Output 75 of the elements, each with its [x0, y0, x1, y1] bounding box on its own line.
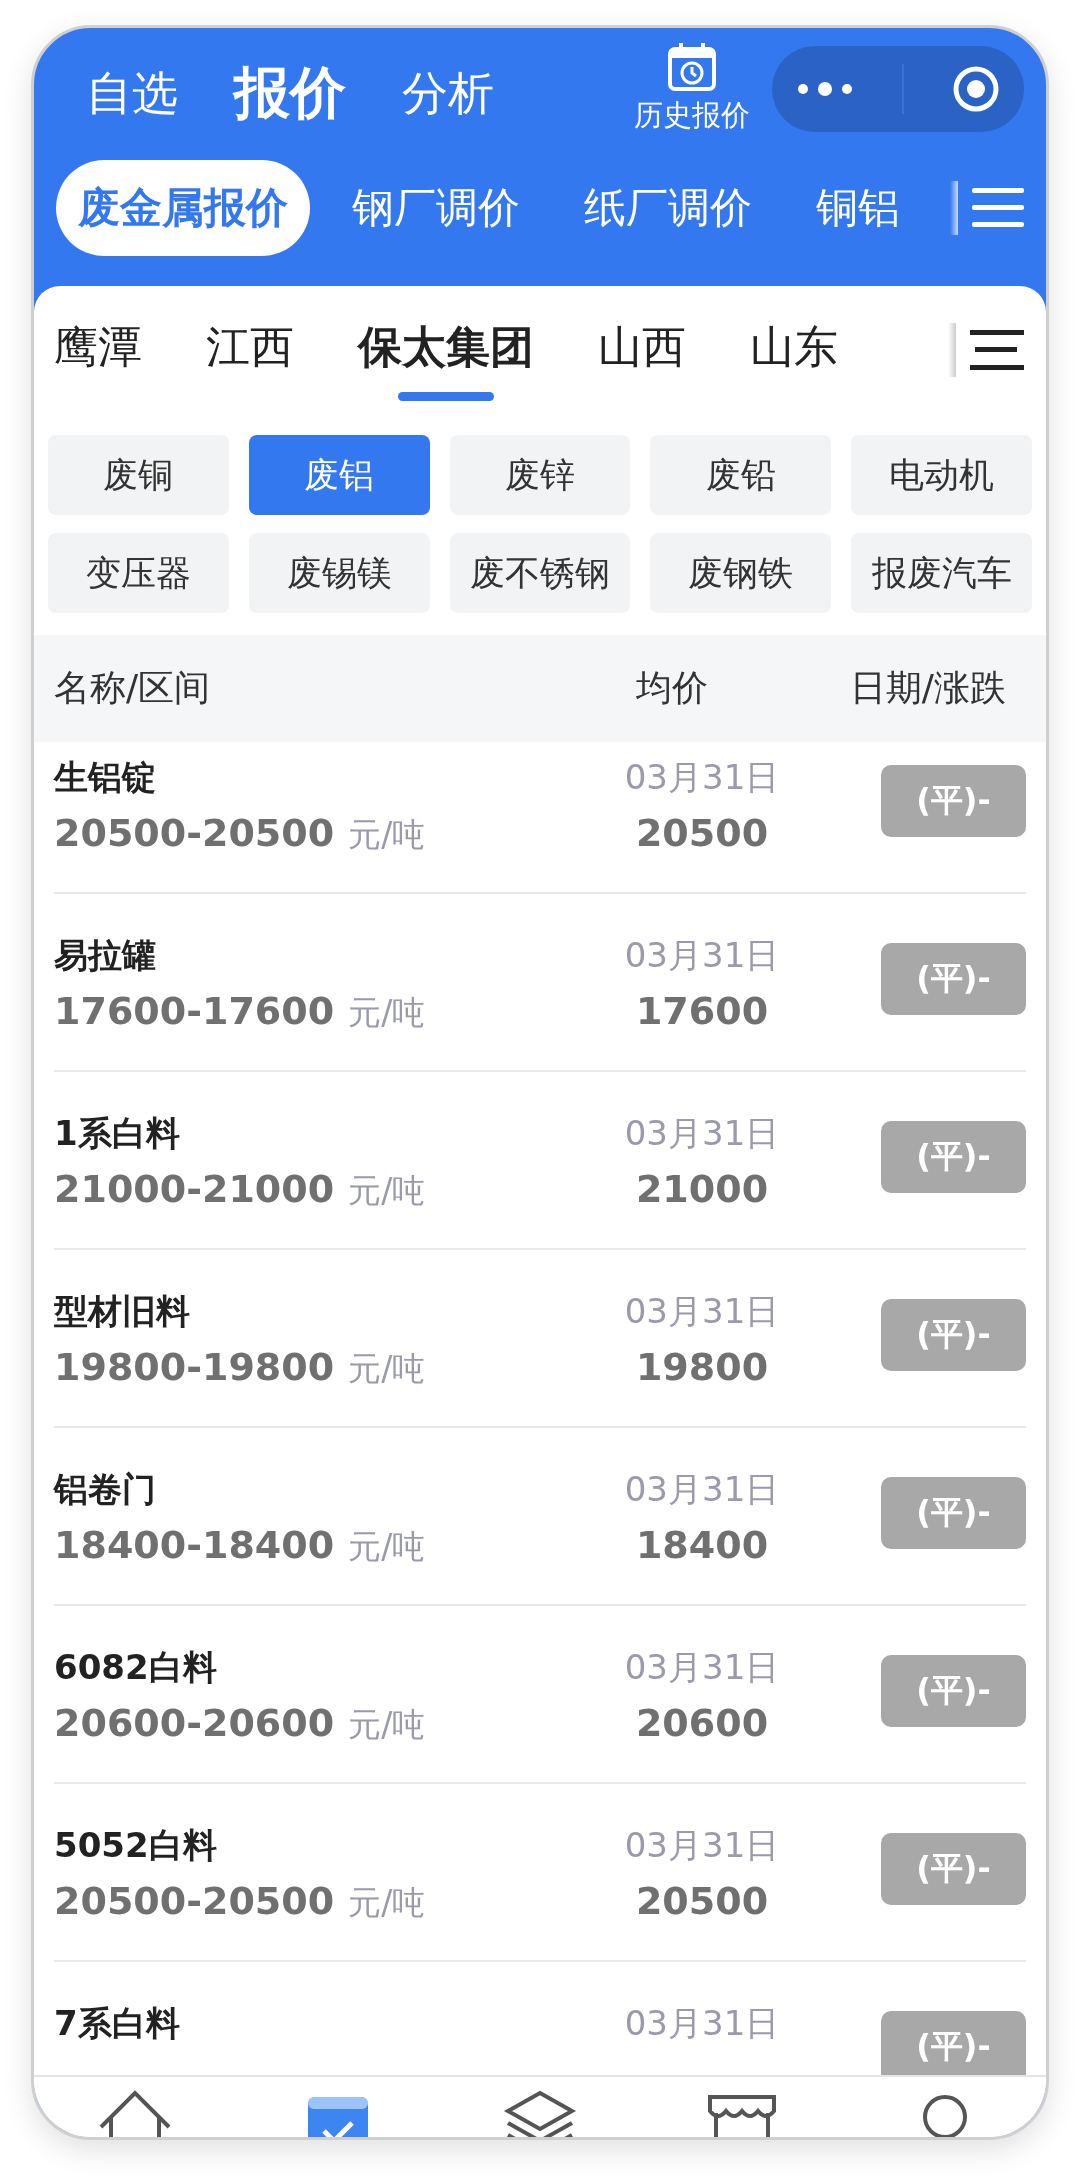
price-range: 18400-18400 [54, 1523, 335, 1567]
date-text: 03月31日 [624, 1468, 780, 1511]
unit-text: 元/吨 [348, 1704, 426, 1746]
material-chip[interactable]: 变压器 [48, 533, 229, 613]
unit-text: 元/吨 [348, 814, 426, 856]
top-tab[interactable]: 自选 [86, 53, 178, 125]
material-chip[interactable]: 电动机 [851, 435, 1032, 515]
change-badge: (平)- [881, 1121, 1026, 1193]
material-chip[interactable]: 废钢铁 [650, 533, 832, 613]
date-text: 03月31日 [624, 1290, 780, 1333]
category-tab[interactable]: 钢厂调价 [330, 160, 542, 256]
average-price: 20500 [635, 1879, 769, 1925]
price-range: 17600-17600 [54, 989, 335, 1033]
date-text: 03月31日 [624, 2002, 780, 2045]
material-name: 1系白料 [54, 1112, 181, 1155]
material-name: 铝卷门 [54, 1468, 157, 1511]
price-range: 20600-20600 [54, 1701, 335, 1745]
calendar-clock-icon [666, 42, 719, 92]
unit-text: 元/吨 [348, 1170, 426, 1212]
category-tab[interactable]: 纸厂调价 [562, 160, 774, 256]
change-badge: (平)- [881, 1655, 1026, 1727]
price-range: 19800-19800 [54, 1345, 335, 1389]
change-badge: (平)- [881, 765, 1026, 837]
material-name: 6082白料 [54, 1646, 218, 1689]
region-tab[interactable]: 保太集团 [358, 320, 534, 401]
material-chip[interactable]: 废铝 [248, 435, 430, 515]
date-text: 03月31日 [624, 1646, 780, 1689]
unit-text: 元/吨 [348, 1526, 426, 1568]
material-name: 易拉罐 [54, 934, 157, 977]
region-tab[interactable]: 山西 [598, 320, 686, 374]
price-range: 20500-20500 [54, 811, 335, 855]
average-price: 20500 [635, 811, 769, 857]
material-chip[interactable]: 废不锈钢 [449, 533, 631, 613]
change-badge: (平)- [881, 1299, 1026, 1371]
change-badge: (平)- [881, 2011, 1026, 2075]
scroll-fade [950, 181, 958, 235]
average-price: 17600 [635, 989, 769, 1035]
average-price: 18400 [635, 1523, 769, 1569]
material-chip[interactable]: 废铅 [650, 435, 832, 515]
material-chip[interactable]: 废锌 [449, 435, 631, 515]
scroll-fade [948, 322, 956, 377]
change-badge: (平)- [881, 1833, 1026, 1905]
region-tab[interactable]: 山东 [750, 320, 838, 374]
top-tab[interactable]: 报价 [234, 46, 346, 132]
price-range: 21000-21000 [54, 1167, 335, 1211]
date-text: 03月31日 [624, 756, 780, 799]
price-range: 20500-20500 [54, 1879, 335, 1923]
material-name: 型材旧料 [54, 1290, 191, 1333]
region-tab[interactable]: 江西 [206, 320, 294, 374]
material-name: 5052白料 [54, 1824, 218, 1867]
top-tab[interactable]: 分析 [402, 53, 494, 125]
region-tab[interactable]: 鹰潭 [54, 320, 142, 374]
column-header: 名称/区间 [54, 666, 212, 710]
column-header: 均价 [636, 666, 709, 710]
average-price: 21000 [635, 1167, 769, 1213]
material-chip[interactable]: 废锡镁 [248, 533, 430, 613]
change-badge: (平)- [881, 943, 1026, 1015]
category-tab[interactable]: 铜铝 [794, 160, 922, 256]
menu-icon[interactable] [970, 328, 1024, 371]
average-price: 19800 [635, 1345, 769, 1391]
date-text: 03月31日 [624, 1824, 780, 1867]
change-badge: (平)- [881, 1477, 1026, 1549]
unit-text: 元/吨 [348, 992, 426, 1034]
category-tab[interactable]: 废金属报价 [56, 160, 310, 256]
column-header: 日期/涨跌 [849, 666, 1007, 710]
material-chip[interactable]: 废铜 [48, 435, 229, 515]
history-button[interactable]: 历史报价 [612, 42, 773, 136]
material-name: 生铝锭 [54, 756, 157, 799]
material-name: 7系白料 [54, 2002, 181, 2045]
date-text: 03月31日 [624, 1112, 780, 1155]
unit-text: 元/吨 [348, 1882, 426, 1924]
average-price: 20600 [635, 1701, 769, 1747]
unit-text: 元/吨 [348, 1348, 426, 1390]
date-text: 03月31日 [624, 934, 780, 977]
material-chip[interactable]: 报废汽车 [851, 533, 1032, 613]
